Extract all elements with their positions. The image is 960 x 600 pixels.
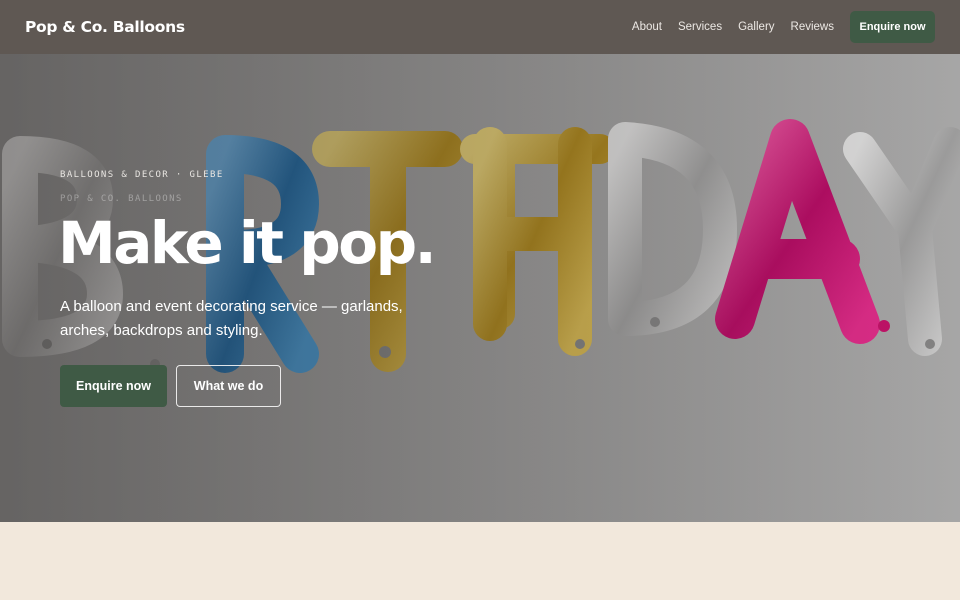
hero-eyebrow-ghost: POP & CO. BALLOONS: [60, 194, 183, 204]
hero-enquire-button[interactable]: Enquire now: [60, 365, 167, 407]
nav-link-services[interactable]: Services: [678, 21, 722, 33]
hero-section: BALLOONS & DECOR · GLEBE POP & CO. BALLO…: [0, 54, 960, 522]
header-enquire-button[interactable]: Enquire now: [850, 11, 935, 43]
nav-link-reviews[interactable]: Reviews: [791, 21, 834, 33]
hero-eyebrow: BALLOONS & DECOR · GLEBE: [60, 170, 224, 180]
hero-overlay: [0, 54, 960, 522]
brand-logo[interactable]: Pop & Co. Balloons: [25, 18, 185, 36]
nav-link-gallery[interactable]: Gallery: [738, 21, 774, 33]
hero-lede: A balloon and event decorating service —…: [60, 298, 403, 339]
site-header: Pop & Co. Balloons About Services Galler…: [0, 0, 960, 54]
content-section: [0, 522, 960, 600]
hero-headline: Make it pop.: [58, 209, 437, 277]
nav-link-about[interactable]: About: [632, 21, 662, 33]
hero-what-we-do-button[interactable]: What we do: [176, 365, 281, 407]
main-nav: About Services Gallery Reviews: [632, 21, 834, 33]
